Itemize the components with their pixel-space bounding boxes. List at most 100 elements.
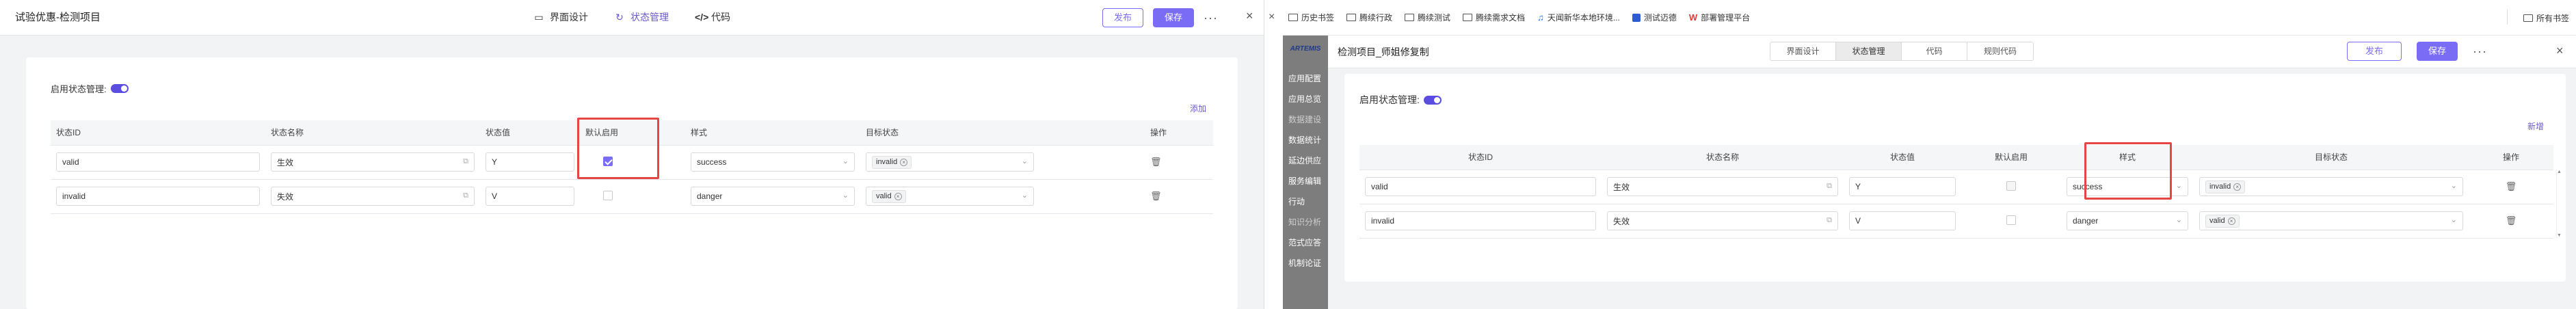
sidebar-item[interactable]: 行动 [1283,196,1328,207]
tab-code[interactable]: </> 代码 [695,8,730,26]
state-toggle[interactable] [1423,95,1442,105]
tab-state-management[interactable]: ↻ 状态管理 [614,8,669,26]
tab-state-management[interactable]: 状态管理 [1836,42,1902,60]
save-button[interactable]: 保存 [1153,8,1195,27]
state-name-input[interactable]: 生效 ⧉ [1607,177,1838,196]
chevron-down-icon: ⌄ [842,157,849,165]
translate-icon[interactable]: ⧉ [463,191,468,200]
chevron-down-icon: ⌄ [1021,157,1028,165]
delete-icon[interactable]: 🗑 [2506,181,2517,191]
scroll-down-icon[interactable]: ▼ [2557,233,2562,238]
default-enabled-checkbox[interactable] [2006,215,2016,225]
publish-button[interactable]: 发布 [1102,8,1144,27]
input-value: V [492,191,498,201]
input-value: invalid [62,191,86,201]
col-state-id: 状态ID [51,120,265,146]
tab-rule-code[interactable]: 规则代码 [1967,42,2033,60]
bookmark-label: 所有书签 [2536,14,2569,23]
left-panel: 试验优惠-检测项目 ▭ 界面设计 ↻ 状态管理 </> 代码 发布 保存 ···… [0,0,1264,309]
input-value: valid [1371,182,1388,191]
state-name-input[interactable]: 失效 ⧉ [1607,211,1838,230]
target-state-select[interactable]: invalid × ⌄ [2199,177,2463,196]
chevron-down-icon: ⌄ [2175,216,2182,224]
translate-icon[interactable]: ⧉ [463,157,468,166]
more-icon[interactable]: ··· [1204,11,1218,25]
target-state-select[interactable]: valid × ⌄ [2199,211,2463,230]
sidebar-item[interactable]: 服务编辑 [1283,175,1328,187]
folder-icon [1346,14,1357,21]
tab-code[interactable]: 代码 [1902,42,1967,60]
bookmark-item[interactable]: 测试迈德 [1632,12,1677,23]
table-row: valid 生效 ⧉ Y success ⌄ invalid × ⌄ 🗑 [1359,170,2553,204]
state-value-input[interactable]: V [486,187,574,206]
all-bookmarks[interactable]: 所有书签 [2523,12,2569,24]
sidebar-item[interactable]: 数据统计 [1283,134,1328,146]
save-button[interactable]: 保存 [2417,42,2458,61]
input-value: 生效 [1613,182,1630,192]
target-state-select[interactable]: invalid × ⌄ [866,152,1034,172]
state-id-input[interactable]: valid [56,152,260,172]
state-table: 状态ID 状态名称 状态值 默认启用 样式 目标状态 操作 valid 生效 ⧉ … [1359,145,2553,239]
switch-label: 启用状态管理: [51,84,107,94]
tag-close-icon[interactable]: × [2227,217,2235,225]
bookmark-item[interactable]: ♫ 天闻新华本地环境... [1537,12,1620,23]
left-actions: 发布 保存 ··· [1102,8,1218,27]
tab-ui-design[interactable]: 界面设计 [1770,42,1836,60]
state-name-input[interactable]: 生效 ⧉ [271,152,475,172]
folder-icon [1288,14,1298,21]
state-value-input[interactable]: V [1849,211,1956,230]
more-icon[interactable]: ··· [2473,44,2487,59]
state-name-input[interactable]: 失效 ⧉ [271,187,475,206]
col-target-state: 目标状态 [860,120,1145,146]
state-id-input[interactable]: invalid [56,187,260,206]
tag-close-icon[interactable]: × [900,158,908,166]
tag-close-icon[interactable]: × [2233,183,2242,191]
chevron-down-icon: ⌄ [2175,182,2182,190]
add-link[interactable]: 添加 [1190,103,1206,114]
tab-ui-design[interactable]: ▭ 界面设计 [533,8,588,26]
input-value: 失效 [1613,216,1630,226]
bookmark-item[interactable]: 腾续行政 [1346,12,1392,23]
sidebar-item[interactable]: 机制论证 [1283,257,1328,269]
col-actions: 操作 [2469,145,2553,170]
col-state-name: 状态名称 [265,120,480,146]
close-icon[interactable]: × [1246,9,1253,23]
close-icon[interactable]: × [1269,11,1275,23]
input-value: Y [492,157,498,167]
select-value: danger [2073,216,2099,226]
target-state-select[interactable]: valid × ⌄ [866,187,1034,206]
style-select[interactable]: danger ⌄ [2067,211,2188,230]
sidebar-item[interactable]: 应用总览 [1283,93,1328,105]
delete-icon[interactable]: 🗑 [1150,191,1162,201]
state-id-input[interactable]: valid [1365,177,1596,196]
state-value-input[interactable]: Y [1849,177,1956,196]
window-divider: × [1264,0,1283,309]
sidebar-item[interactable]: 应用配置 [1283,72,1328,84]
translate-icon[interactable]: ⧉ [1827,216,1832,225]
bookmark-item[interactable]: 历史书签 [1288,12,1334,23]
publish-button[interactable]: 发布 [2347,42,2402,61]
close-icon[interactable]: × [2556,44,2564,58]
state-id-input[interactable]: invalid [1365,211,1596,230]
style-select[interactable]: success ⌄ [691,152,855,172]
bookmark-item[interactable]: W 部署管理平台 [1689,12,1750,23]
table-row: invalid 失效 ⧉ V danger ⌄ valid × ⌄ 🗑 [1359,204,2553,239]
state-value-input[interactable]: Y [486,152,574,172]
style-select[interactable]: danger ⌄ [691,187,855,206]
default-enabled-checkbox[interactable] [603,190,613,200]
add-link[interactable]: 新增 [2527,120,2544,132]
translate-icon[interactable]: ⧉ [1827,182,1832,191]
delete-icon[interactable]: 🗑 [1150,157,1162,167]
bookmark-item[interactable]: 腾续需求文档 [1463,12,1525,23]
state-toggle[interactable] [110,84,129,93]
sidebar-item[interactable]: 范式应答 [1283,237,1328,248]
sidebar-item[interactable]: 延边供应 [1283,154,1328,166]
delete-icon[interactable]: 🗑 [2506,215,2517,226]
table-scrollbar[interactable]: ▲ ▼ [2556,170,2562,238]
default-enabled-checkbox[interactable] [2006,180,2016,191]
bookmark-item[interactable]: 腾续测试 [1405,12,1450,23]
tag-close-icon[interactable]: × [894,192,902,200]
modal-actions: 发布 保存 ··· [2347,42,2487,61]
scroll-up-icon[interactable]: ▲ [2557,170,2562,174]
music-icon: ♫ [1537,12,1544,23]
